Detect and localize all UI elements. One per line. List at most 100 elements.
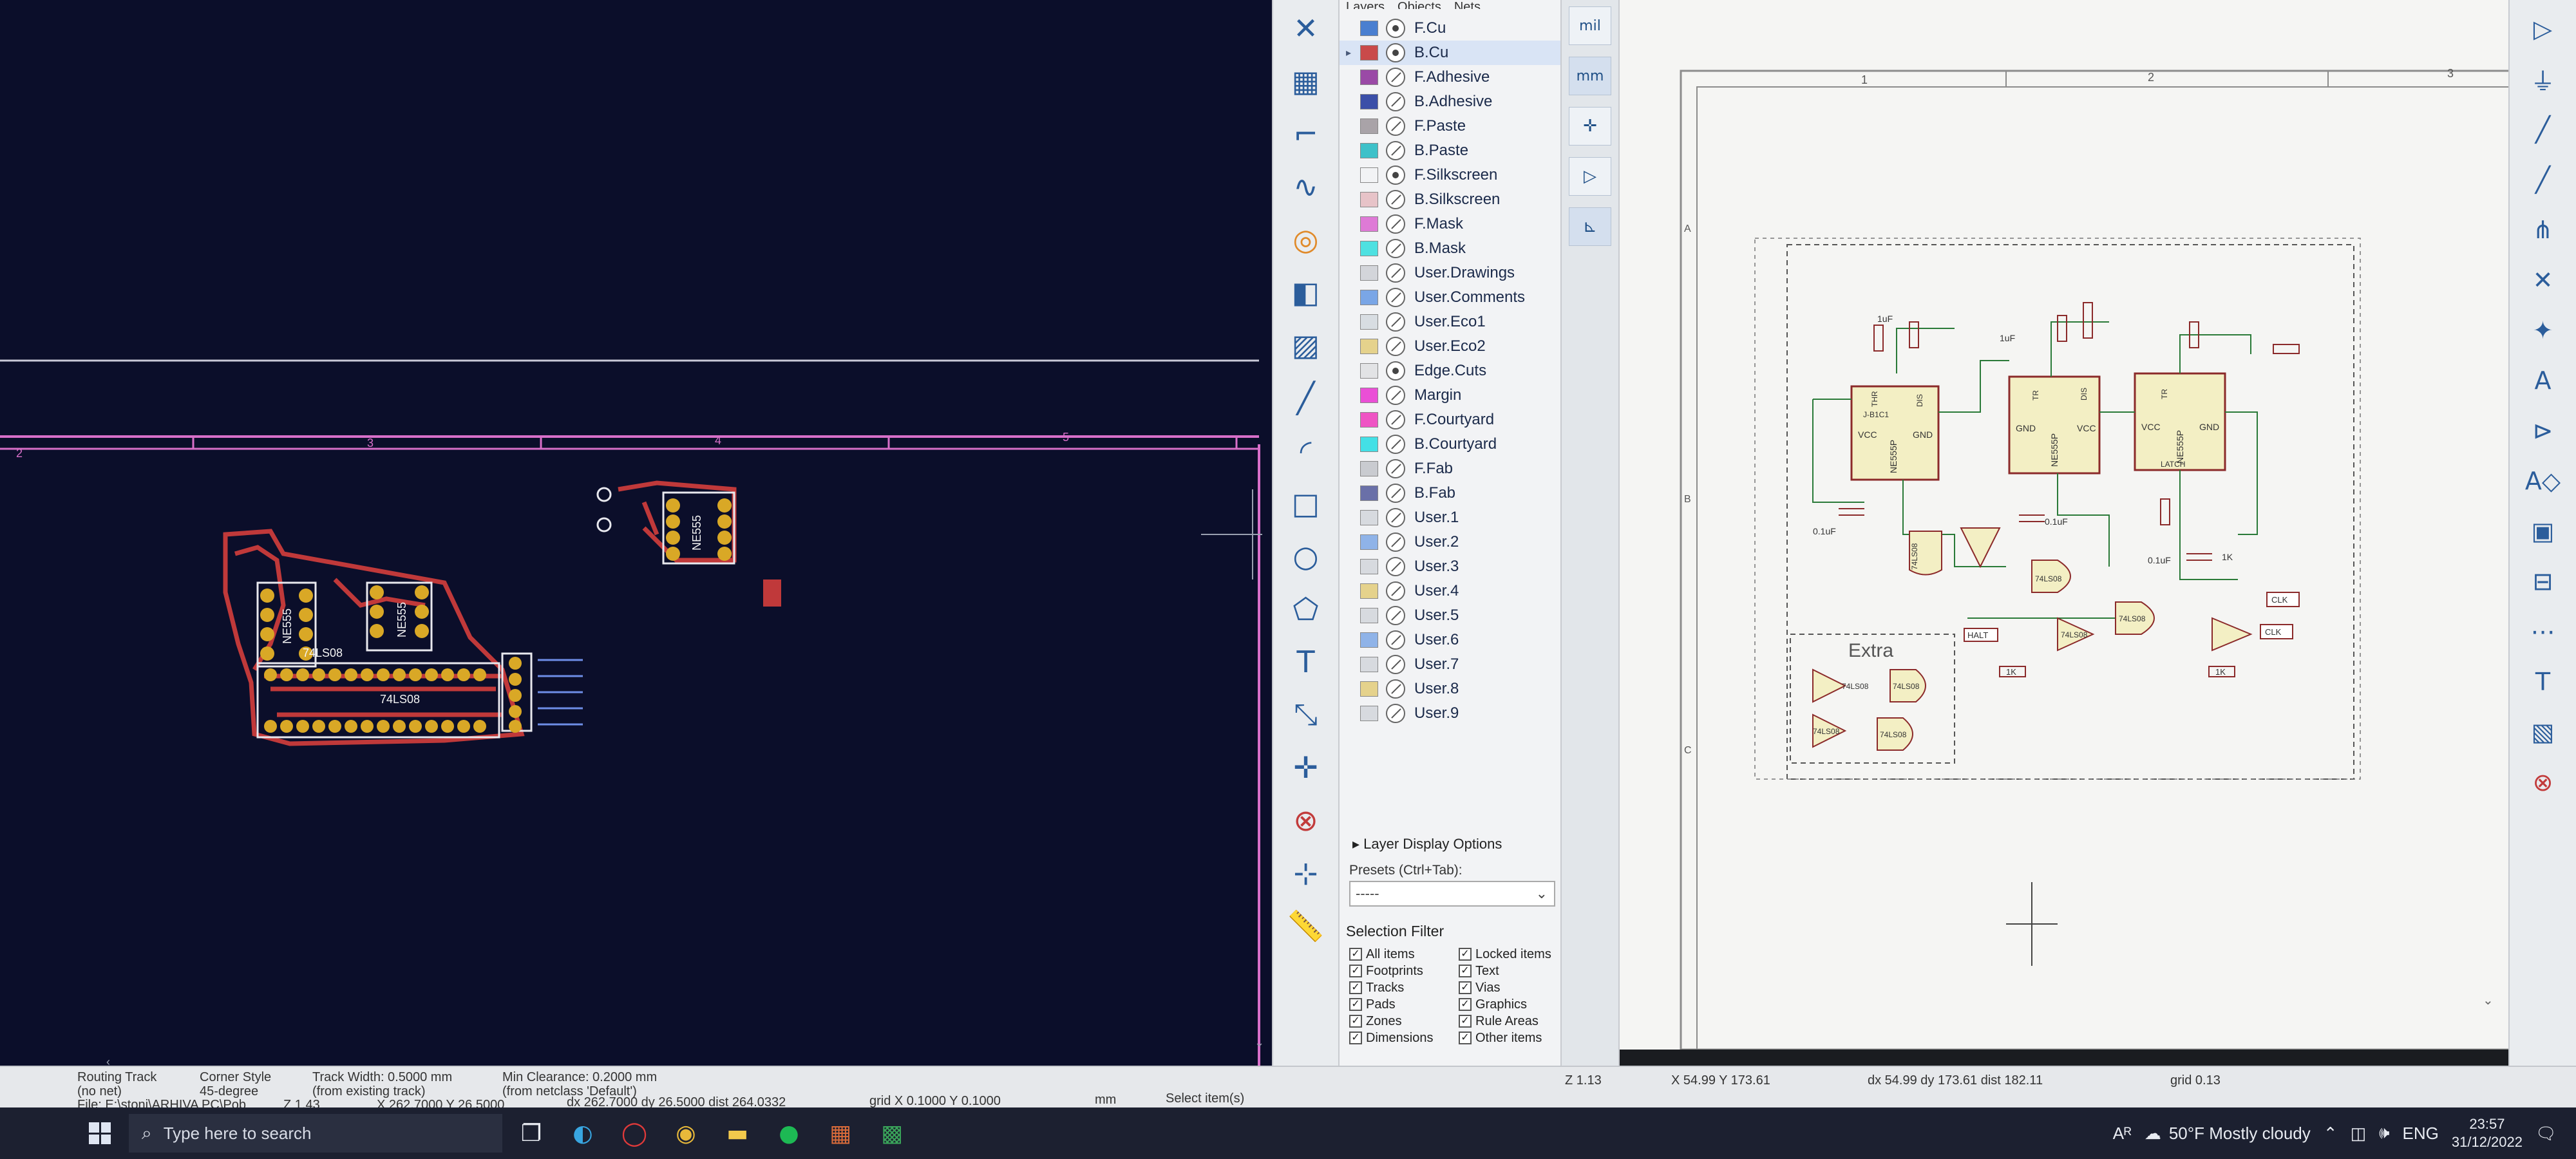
layer-color-swatch[interactable] — [1360, 192, 1378, 207]
tab-nets[interactable]: Nets — [1454, 0, 1481, 9]
eye-hidden-icon[interactable] — [1386, 68, 1405, 87]
layer-color-swatch[interactable] — [1360, 388, 1378, 403]
eye-hidden-icon[interactable] — [1386, 190, 1405, 209]
layer-color-swatch[interactable] — [1360, 167, 1378, 183]
eye-hidden-icon[interactable] — [1386, 386, 1405, 405]
draw-arc-icon[interactable]: ◜ — [1283, 429, 1329, 473]
place-anchor-icon[interactable]: ✛ — [1283, 746, 1329, 789]
add-text-icon[interactable]: T — [1283, 640, 1329, 684]
route-track-icon[interactable]: ⌐ — [1283, 112, 1329, 156]
volume-icon[interactable]: 🕪 — [2379, 1123, 2389, 1144]
eye-hidden-icon[interactable] — [1386, 484, 1405, 503]
network-icon[interactable]: ◫ — [2351, 1124, 2367, 1144]
eye-hidden-icon[interactable] — [1386, 263, 1405, 283]
pcb-pad[interactable] — [441, 720, 454, 733]
layer-color-swatch[interactable] — [1360, 290, 1378, 305]
chevron-up-icon[interactable]: ⌃ — [2324, 1124, 2338, 1144]
pcb-pad[interactable] — [377, 720, 390, 733]
edge-browser-icon[interactable]: ◐ — [560, 1111, 605, 1156]
layer-row[interactable]: Margin — [1340, 383, 1560, 408]
layer-color-swatch[interactable] — [1360, 363, 1378, 379]
eye-hidden-icon[interactable] — [1386, 459, 1405, 478]
net-label-icon[interactable]: A — [2524, 364, 2562, 397]
eye-hidden-icon[interactable] — [1386, 141, 1405, 160]
layer-row[interactable]: F.Mask — [1340, 212, 1560, 236]
selection-filter-item[interactable]: ✓ Vias — [1459, 980, 1562, 995]
checkbox-checked-icon[interactable]: ✓ — [1459, 998, 1472, 1011]
layer-color-swatch[interactable] — [1360, 21, 1378, 36]
schematic-ic-3[interactable]: VCC GND NE555P LATCH TR — [2134, 372, 2226, 471]
selection-filter-item[interactable]: ✓ Tracks — [1349, 980, 1452, 995]
units-mm-button[interactable]: mm — [1569, 57, 1611, 95]
checkbox-checked-icon[interactable]: ✓ — [1459, 965, 1472, 977]
hier-label-icon[interactable]: A◇ — [2524, 465, 2562, 497]
layer-color-swatch[interactable] — [1360, 559, 1378, 574]
taskbar-search-box[interactable]: ⌕ Type here to search — [129, 1114, 502, 1153]
selection-filter-item[interactable]: ✓ Footprints — [1349, 963, 1452, 979]
selection-filter-item[interactable]: ✓ Rule Areas — [1459, 1013, 1562, 1029]
checkbox-checked-icon[interactable]: ✓ — [1349, 981, 1362, 994]
layer-row[interactable]: User.2 — [1340, 530, 1560, 554]
delete-tool-icon[interactable]: ⊗ — [1283, 798, 1329, 842]
schematic-ic-2[interactable]: GND VCC NE555P TR DIS — [2008, 375, 2101, 475]
pcb-connector-header[interactable] — [501, 652, 583, 733]
layer-row[interactable]: B.Silkscreen — [1340, 187, 1560, 212]
add-text-icon[interactable]: T — [2524, 666, 2562, 698]
eye-hidden-icon[interactable] — [1386, 312, 1405, 332]
bus-entry-icon[interactable]: ⋔ — [2524, 214, 2562, 246]
layer-color-swatch[interactable] — [1360, 485, 1378, 501]
eye-hidden-icon[interactable] — [1386, 679, 1405, 699]
layer-row[interactable]: User.1 — [1340, 505, 1560, 530]
scroll-left-icon[interactable]: ‹ — [106, 1055, 110, 1066]
selection-filter-item[interactable]: ✓ Text — [1459, 963, 1562, 979]
eye-hidden-icon[interactable] — [1386, 239, 1405, 258]
spotify-icon[interactable]: ● — [766, 1111, 811, 1156]
eye-hidden-icon[interactable] — [1386, 655, 1405, 674]
eye-icon[interactable] — [1386, 43, 1405, 62]
eye-hidden-icon[interactable] — [1386, 117, 1405, 136]
pcb-pad[interactable] — [328, 668, 341, 681]
layer-color-swatch[interactable] — [1360, 118, 1378, 134]
selection-filter-item[interactable]: ✓ Other items — [1459, 1030, 1562, 1046]
layer-color-swatch[interactable] — [1360, 681, 1378, 697]
cursor-style-icon[interactable]: ✛ — [1569, 107, 1611, 146]
layer-row[interactable]: F.Courtyard — [1340, 408, 1560, 432]
checkbox-checked-icon[interactable]: ✓ — [1459, 1015, 1472, 1028]
scroll-down-icon[interactable]: ⌄ — [2483, 994, 2494, 1008]
add-sheet-icon[interactable]: ▣ — [2524, 515, 2562, 547]
pcb-pad[interactable] — [457, 668, 470, 681]
pcb-canvas[interactable]: 2 3 4 5 NE555 NE555 NE555 74LS08 74LS08 … — [0, 0, 1272, 1066]
pcb-pad[interactable] — [280, 720, 293, 733]
layer-row[interactable]: User.Comments — [1340, 285, 1560, 310]
layer-color-swatch[interactable] — [1360, 143, 1378, 158]
pcb-footprint-74ls08[interactable]: 74LS08 74LS08 — [256, 646, 500, 739]
layer-color-swatch[interactable] — [1360, 706, 1378, 721]
layer-row[interactable]: User.Drawings — [1340, 261, 1560, 285]
add-zone-icon[interactable]: ◧ — [1283, 270, 1329, 314]
clock[interactable]: 23:57 31/12/2022 — [2452, 1115, 2523, 1151]
add-power-icon[interactable]: ⏚ — [2524, 63, 2562, 96]
schematic-ic-1[interactable]: VCC GND NE555P DIS THR J-B1C1 — [1850, 385, 1940, 481]
measure-icon[interactable]: 📏 — [1283, 904, 1329, 948]
layer-color-swatch[interactable] — [1360, 265, 1378, 281]
layer-row[interactable]: User.Eco2 — [1340, 334, 1560, 359]
add-footprint-icon[interactable]: ▦ — [1283, 59, 1329, 103]
layer-row[interactable]: User.6 — [1340, 628, 1560, 652]
pcb-pad[interactable] — [425, 668, 438, 681]
eye-hidden-icon[interactable] — [1386, 508, 1405, 527]
draw-polygon-icon[interactable]: ⬠ — [1283, 587, 1329, 631]
pcb-pad[interactable] — [425, 720, 438, 733]
hidden-pins-icon[interactable]: ▷ — [1569, 157, 1611, 196]
layer-row[interactable]: B.Paste — [1340, 138, 1560, 163]
layer-color-swatch[interactable] — [1360, 94, 1378, 109]
pcb-pad[interactable] — [312, 720, 325, 733]
add-dimension-icon[interactable]: ⤡ — [1283, 693, 1329, 737]
pcb-pad[interactable] — [345, 668, 357, 681]
presets-dropdown[interactable]: ----- ⌄ — [1349, 881, 1555, 907]
add-rule-area-icon[interactable]: ▨ — [1283, 323, 1329, 367]
circuit-group-box[interactable] — [1786, 244, 2354, 780]
eye-hidden-icon[interactable] — [1386, 288, 1405, 307]
checkbox-checked-icon[interactable]: ✓ — [1459, 948, 1472, 961]
pcb-pad[interactable] — [264, 668, 277, 681]
layer-row[interactable]: F.Cu — [1340, 16, 1560, 41]
